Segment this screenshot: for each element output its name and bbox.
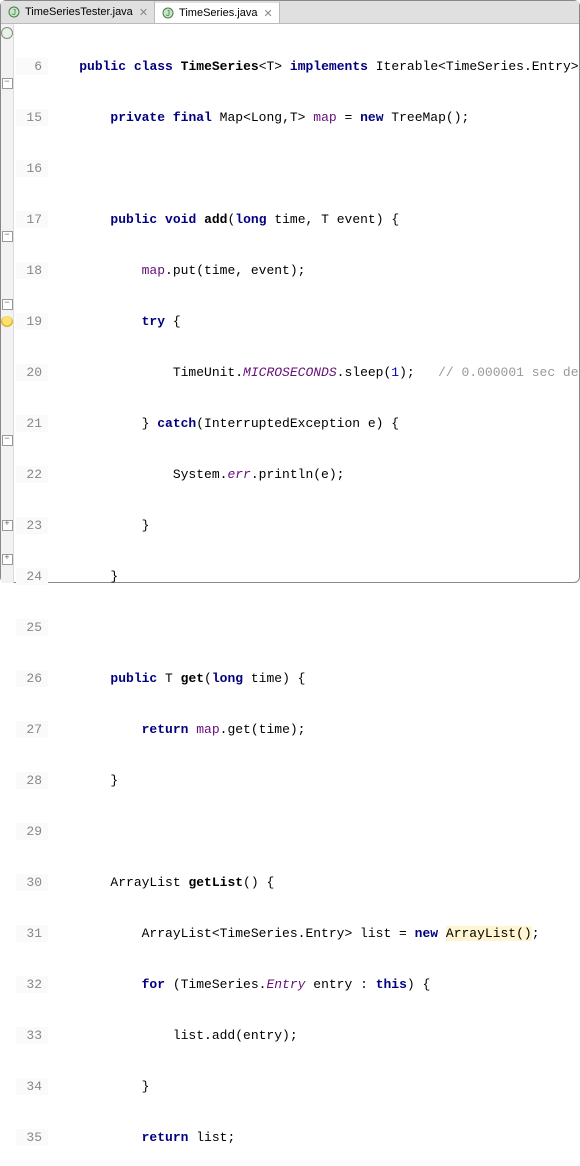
svg-text:J: J (12, 8, 16, 17)
gutter[interactable]: − − − − + + (1, 24, 14, 583)
code-line[interactable]: list.add(entry); (48, 1027, 580, 1044)
fold-toggle[interactable]: + (2, 554, 13, 565)
java-file-icon: J (7, 5, 21, 19)
line-number: 35 (16, 1129, 48, 1146)
code-line[interactable]: return map.get(time); (48, 721, 580, 738)
lightbulb-icon[interactable] (1, 316, 13, 328)
code-line[interactable]: ArrayList getList() { (48, 874, 580, 891)
svg-text:J: J (166, 9, 170, 18)
code-line[interactable]: map.put(time, event); (48, 262, 580, 279)
fold-toggle[interactable]: − (2, 78, 13, 89)
line-number: 18 (16, 262, 48, 279)
tab-bar: J TimeSeriesTester.java ✕ J TimeSeries.j… (1, 1, 579, 24)
code-line[interactable] (48, 160, 580, 177)
code-line[interactable]: private final Map<Long,T> map = new Tree… (48, 109, 580, 126)
line-number: 17 (16, 211, 48, 228)
tab-timeseriestester[interactable]: J TimeSeriesTester.java ✕ (1, 1, 155, 23)
line-number: 22 (16, 466, 48, 483)
line-number: 25 (16, 619, 48, 636)
tab-label: TimeSeriesTester.java (25, 6, 133, 18)
code-line[interactable]: System.err.println(e); (48, 466, 580, 483)
tab-timeseries[interactable]: J TimeSeries.java ✕ (155, 1, 280, 23)
code-line[interactable]: } (48, 568, 580, 585)
line-number: 21 (16, 415, 48, 432)
java-file-icon: J (161, 6, 175, 20)
line-number: 16 (16, 160, 48, 177)
line-number: 29 (16, 823, 48, 840)
code-line[interactable]: return list; (48, 1129, 580, 1146)
line-number: 33 (16, 1027, 48, 1044)
editor: − − − − + + 6 public class TimeSeries<T>… (1, 24, 579, 583)
code-line[interactable]: ArrayList<TimeSeries.Entry> list = new A… (48, 925, 580, 942)
fold-toggle[interactable]: − (2, 299, 13, 310)
fold-toggle[interactable]: − (2, 231, 13, 242)
line-number: 27 (16, 721, 48, 738)
fold-toggle[interactable]: − (2, 435, 13, 446)
close-icon[interactable]: ✕ (137, 6, 148, 19)
line-number: 23 (16, 517, 48, 534)
code-line[interactable]: for (TimeSeries.Entry entry : this) { (48, 976, 580, 993)
line-number: 28 (16, 772, 48, 789)
code-line[interactable]: public T get(long time) { (48, 670, 580, 687)
code-line[interactable] (48, 619, 580, 636)
code-line[interactable]: try { (48, 313, 580, 330)
line-number: 24 (16, 568, 48, 585)
implements-icon[interactable] (1, 27, 13, 39)
close-icon[interactable]: ✕ (261, 7, 272, 20)
line-number: 20 (16, 364, 48, 381)
fold-toggle[interactable]: + (2, 520, 13, 531)
line-number: 30 (16, 874, 48, 891)
code-line[interactable]: } (48, 517, 580, 534)
code-area[interactable]: 6 public class TimeSeries<T> implements … (14, 24, 580, 583)
code-line[interactable]: } (48, 1078, 580, 1095)
code-line[interactable] (48, 823, 580, 840)
line-number: 26 (16, 670, 48, 687)
code-line[interactable]: } (48, 772, 580, 789)
code-line[interactable]: public void add(long time, T event) { (48, 211, 580, 228)
line-number: 31 (16, 925, 48, 942)
line-number: 19 (16, 313, 48, 330)
tab-label: TimeSeries.java (179, 7, 257, 19)
line-number: 32 (16, 976, 48, 993)
line-number: 6 (16, 58, 48, 75)
line-number: 34 (16, 1078, 48, 1095)
code-line[interactable]: } catch(InterruptedException e) { (48, 415, 580, 432)
code-line[interactable]: TimeUnit.MICROSECONDS.sleep(1); // 0.000… (48, 364, 580, 381)
code-line[interactable]: public class TimeSeries<T> implements It… (48, 58, 580, 75)
line-number: 15 (16, 109, 48, 126)
